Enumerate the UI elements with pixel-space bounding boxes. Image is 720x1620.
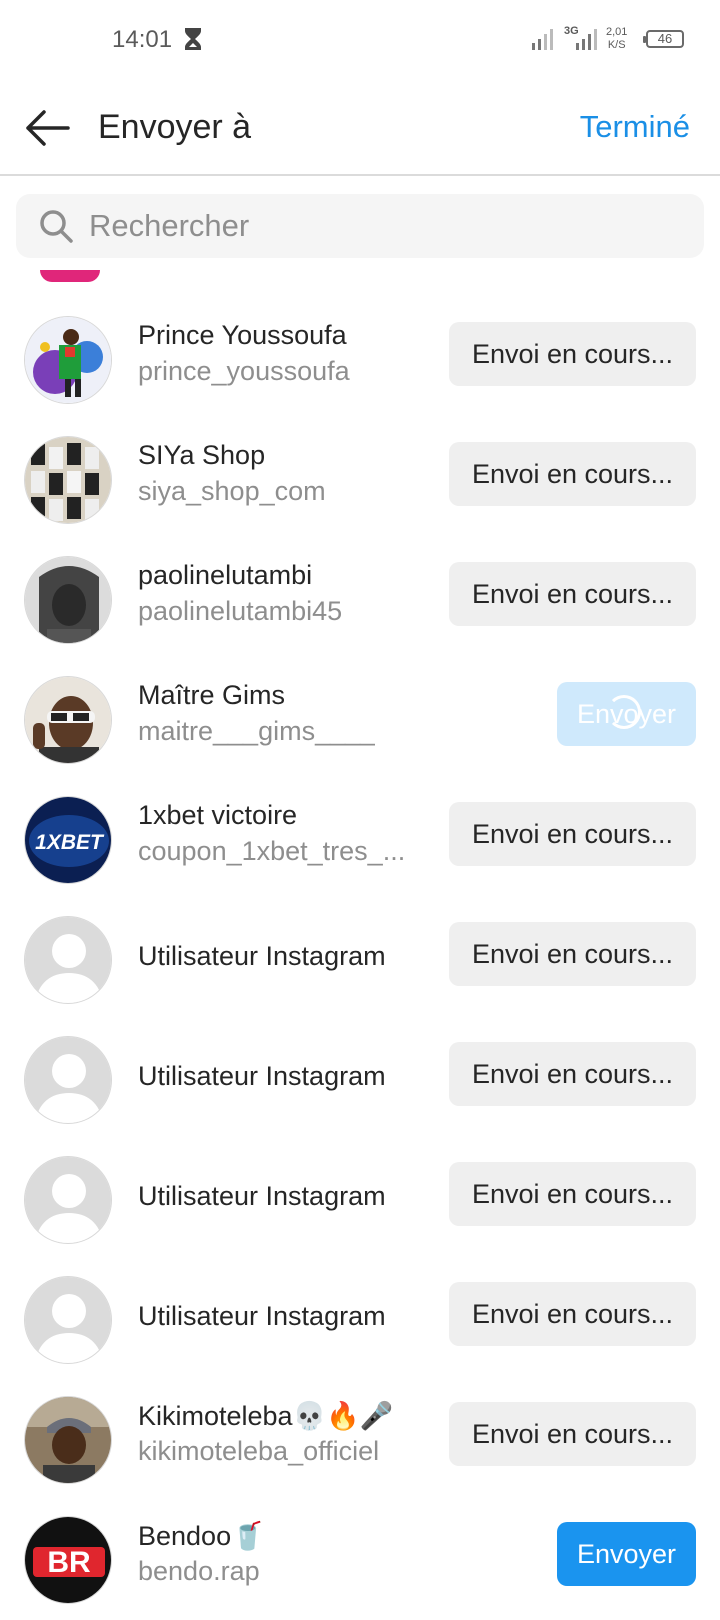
- status-bar: 14:01 3G 2,01 K/S 46: [0, 0, 720, 80]
- contact-name: Utilisateur Instagram: [138, 941, 386, 971]
- contact-name: Maître Gims: [138, 680, 286, 710]
- default-avatar-icon: [24, 1036, 112, 1124]
- list-item[interactable]: paolinelutambi paolinelutambi45 Envoi en…: [0, 540, 720, 660]
- battery-icon: 46: [643, 30, 684, 48]
- loading-spinner-icon: [607, 695, 641, 729]
- battery-level: 46: [657, 31, 673, 46]
- contact-name: 1xbet victoire: [138, 800, 298, 830]
- contact-name: Kikimoteleba💀🔥🎤: [138, 1401, 394, 1431]
- contact-name: Bendoo🥤: [138, 1521, 265, 1551]
- hourglass-icon: [184, 27, 202, 56]
- sending-button[interactable]: Envoi en cours...: [449, 1282, 696, 1346]
- list-item[interactable]: Utilisateur Instagram Envoi en cours...: [0, 1020, 720, 1140]
- contact-name: paolinelutambi: [138, 560, 313, 590]
- list-item[interactable]: Maître Gims maitre___gims____ Envoyer: [0, 660, 720, 780]
- contact-handle: prince_youssoufa: [138, 356, 350, 386]
- list-item[interactable]: Prince Youssoufa prince_youssoufa Envoi …: [0, 300, 720, 420]
- done-button[interactable]: Terminé: [580, 109, 690, 145]
- bendo-logo-text: BR: [47, 1546, 91, 1579]
- contact-name: Utilisateur Instagram: [138, 1181, 386, 1211]
- list-item[interactable]: Utilisateur Instagram Envoi en cours...: [0, 1260, 720, 1380]
- avatar: [40, 270, 100, 282]
- sending-button[interactable]: Envoi en cours...: [449, 922, 696, 986]
- contact-handle: siya_shop_com: [138, 476, 326, 506]
- xbet-logo-text: 1XBET: [35, 831, 105, 854]
- avatar: [24, 556, 112, 644]
- avatar: [24, 316, 112, 404]
- list-item[interactable]: Utilisateur Instagram Envoi en cours...: [0, 1140, 720, 1260]
- send-button-loading[interactable]: Envoyer: [557, 682, 696, 746]
- sending-button[interactable]: Envoi en cours...: [449, 1162, 696, 1226]
- default-avatar-icon: [24, 1156, 112, 1244]
- sending-button[interactable]: Envoi en cours...: [449, 322, 696, 386]
- sending-button[interactable]: Envoi en cours...: [449, 802, 696, 866]
- speed-value: 2,01: [606, 26, 628, 38]
- avatar: [24, 1396, 112, 1484]
- contact-handle: maitre___gims____: [138, 716, 376, 746]
- search-input[interactable]: Rechercher: [16, 194, 704, 258]
- list-item[interactable]: BR Bendoo🥤 bendo.rap Envoyer: [0, 1500, 720, 1620]
- search-placeholder: Rechercher: [89, 208, 250, 243]
- contact-name: SIYa Shop: [138, 440, 266, 470]
- sending-button[interactable]: Envoi en cours...: [449, 1402, 696, 1466]
- contact-name: Prince Youssoufa: [138, 320, 347, 350]
- avatar: 1XBET: [24, 796, 112, 884]
- list-item[interactable]: Kikimoteleba💀🔥🎤 kikimoteleba_officiel En…: [0, 1380, 720, 1500]
- sending-button[interactable]: Envoi en cours...: [449, 562, 696, 626]
- contact-handle: kikimoteleba_officiel: [138, 1436, 380, 1466]
- speed-unit: K/S: [607, 39, 626, 51]
- list-item[interactable]: 1XBET 1xbet victoire coupon_1xbet_tres_.…: [0, 780, 720, 900]
- sending-button[interactable]: Envoi en cours...: [449, 1042, 696, 1106]
- send-button[interactable]: Envoyer: [557, 1522, 696, 1586]
- default-avatar-icon: [24, 916, 112, 1004]
- contact-name: Utilisateur Instagram: [138, 1301, 386, 1331]
- sending-button[interactable]: Envoi en cours...: [449, 442, 696, 506]
- status-time: 14:01: [112, 26, 173, 53]
- list-item[interactable]: SIYa Shop siya_shop_com Envoi en cours..…: [0, 420, 720, 540]
- contact-handle: bendo.rap: [138, 1556, 260, 1586]
- contact-handle: coupon_1xbet_tres_...: [138, 836, 406, 866]
- back-arrow-icon[interactable]: [24, 108, 70, 153]
- network-speed: 2,01 K/S: [606, 26, 627, 52]
- default-avatar-icon: [24, 1276, 112, 1364]
- contact-name: Utilisateur Instagram: [138, 1061, 386, 1091]
- page-title: Envoyer à: [98, 108, 252, 146]
- avatar: [24, 676, 112, 764]
- list-item[interactable]: Utilisateur Instagram Envoi en cours...: [0, 900, 720, 1020]
- signal-strength-icon-2: [576, 28, 600, 55]
- signal-strength-icon: [532, 28, 556, 55]
- top-bar: Envoyer à Terminé: [0, 80, 720, 176]
- search-icon: [38, 208, 74, 249]
- contact-handle: paolinelutambi45: [138, 596, 343, 626]
- avatar: [24, 436, 112, 524]
- avatar: BR: [24, 1516, 112, 1604]
